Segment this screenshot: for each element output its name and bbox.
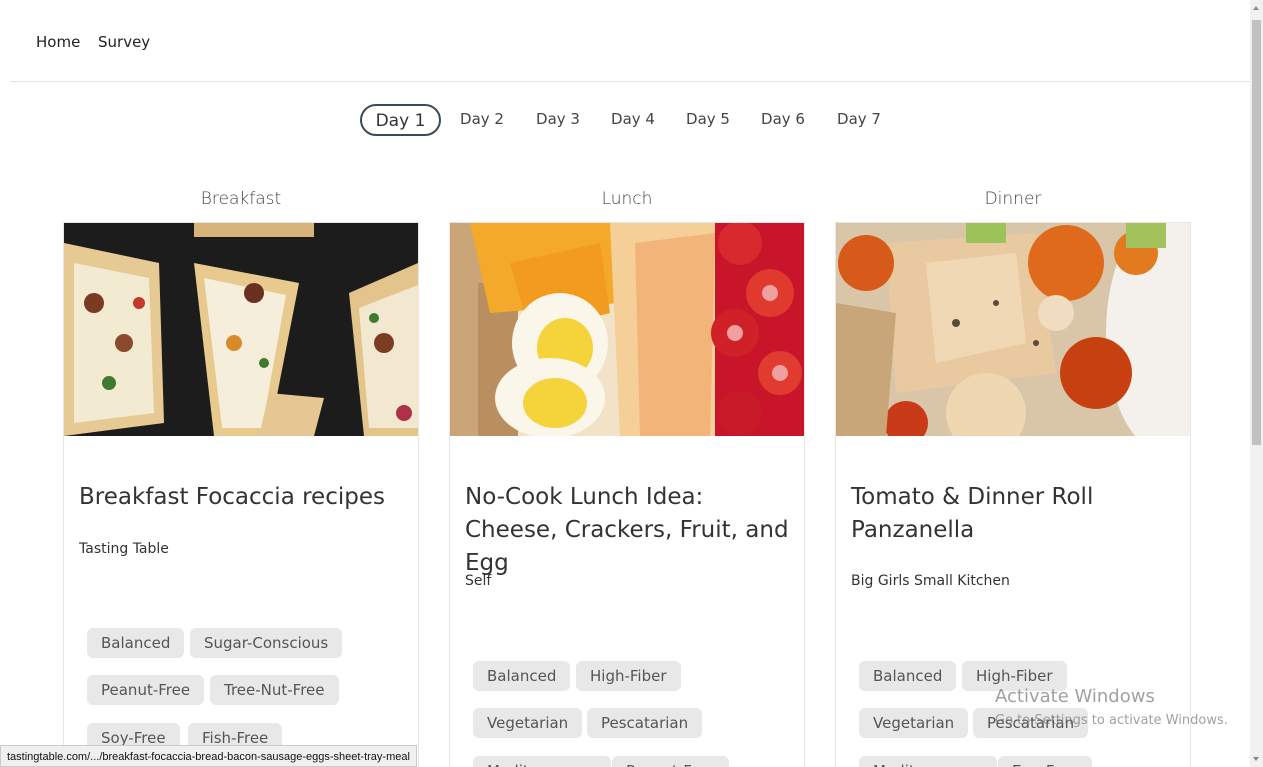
meal-heading-lunch: Lunch bbox=[601, 189, 653, 209]
activation-watermark: Activate Windows Go to Settings to activ… bbox=[995, 686, 1228, 728]
recipe-card-breakfast[interactable]: Breakfast Focaccia recipes Tasting Table… bbox=[63, 222, 419, 767]
watermark-subtitle: Go to Settings to activate Windows. bbox=[995, 713, 1228, 728]
meal-heading-breakfast: Breakfast bbox=[200, 189, 282, 209]
tag-tree-nut-free[interactable]: Tree-Nut-Free bbox=[210, 675, 339, 705]
tag-sugar-conscious[interactable]: Sugar-Conscious bbox=[190, 628, 343, 658]
tag-mediterranean[interactable]: Mediterranean bbox=[859, 756, 997, 767]
meal-heading-dinner: Dinner bbox=[984, 189, 1042, 209]
nav-home-link[interactable]: Home bbox=[36, 33, 80, 51]
recipe-title[interactable]: Breakfast Focaccia recipes bbox=[79, 481, 409, 514]
tag-pescatarian[interactable]: Pescatarian bbox=[587, 708, 703, 738]
breakfast-photo[interactable] bbox=[64, 223, 418, 436]
recipe-title[interactable]: Tomato & Dinner Roll Panzanella bbox=[851, 481, 1181, 547]
day-tabs: Day 1 Day 2 Day 3 Day 4 Day 5 Day 6 Day … bbox=[0, 104, 1250, 136]
recipe-source: Big Girls Small Kitchen bbox=[851, 573, 1010, 589]
tab-day-1[interactable]: Day 1 bbox=[360, 104, 441, 136]
nav-survey-link[interactable]: Survey bbox=[98, 33, 150, 51]
tag-vegetarian[interactable]: Vegetarian bbox=[473, 708, 583, 738]
recipe-title[interactable]: No-Cook Lunch Idea: Cheese, Crackers, Fr… bbox=[465, 481, 795, 580]
top-nav: Home Survey bbox=[0, 0, 1250, 82]
tab-day-7[interactable]: Day 7 bbox=[834, 104, 884, 136]
tab-day-5[interactable]: Day 5 bbox=[683, 104, 733, 136]
scroll-up-icon[interactable] bbox=[1253, 6, 1259, 10]
watermark-title: Activate Windows bbox=[995, 686, 1155, 707]
tab-day-3[interactable]: Day 3 bbox=[533, 104, 583, 136]
tag-peanut-free[interactable]: Peanut-Free bbox=[612, 756, 730, 767]
nav-divider bbox=[10, 81, 1250, 82]
recipe-source: Tasting Table bbox=[79, 541, 169, 557]
scrollbar-thumb[interactable] bbox=[1252, 20, 1261, 445]
dinner-photo[interactable] bbox=[836, 223, 1190, 436]
tag-egg-free[interactable]: Egg-Free bbox=[998, 756, 1092, 767]
tab-day-4[interactable]: Day 4 bbox=[608, 104, 658, 136]
recipe-source: Self bbox=[465, 573, 492, 589]
tag-high-fiber[interactable]: High-Fiber bbox=[576, 661, 681, 691]
tag-balanced[interactable]: Balanced bbox=[473, 661, 571, 691]
tag-peanut-free[interactable]: Peanut-Free bbox=[87, 675, 205, 705]
tab-day-2[interactable]: Day 2 bbox=[457, 104, 507, 136]
tag-balanced[interactable]: Balanced bbox=[87, 628, 185, 658]
tag-mediterranean[interactable]: Mediterranean bbox=[473, 756, 611, 767]
scroll-down-icon[interactable] bbox=[1253, 757, 1259, 761]
tag-balanced[interactable]: Balanced bbox=[859, 661, 957, 691]
lunch-photo[interactable] bbox=[450, 223, 804, 436]
status-bar-url: tastingtable.com/.../breakfast-focaccia-… bbox=[0, 745, 417, 767]
tag-vegetarian[interactable]: Vegetarian bbox=[859, 708, 969, 738]
vertical-scrollbar[interactable] bbox=[1250, 0, 1263, 767]
tab-day-6[interactable]: Day 6 bbox=[758, 104, 808, 136]
recipe-card-lunch[interactable]: No-Cook Lunch Idea: Cheese, Crackers, Fr… bbox=[449, 222, 805, 767]
